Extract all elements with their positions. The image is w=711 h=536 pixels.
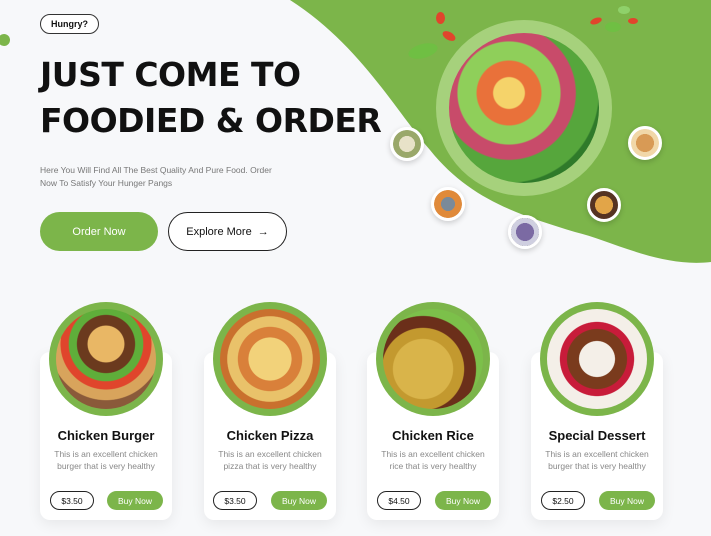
rice-photo: [383, 309, 483, 409]
chicken-rice-image: [376, 302, 490, 416]
mini-dish-image: [390, 127, 424, 161]
hungry-tag: Hungry?: [40, 14, 99, 34]
hero-salad-image: [436, 20, 612, 196]
mini-dish-image: [628, 126, 662, 160]
card-title: Special Dessert: [548, 428, 646, 443]
headline-line-2: FOODIED & ORDER: [40, 101, 382, 140]
price-tag: $3.50: [50, 491, 94, 510]
mini-dish-image: [587, 188, 621, 222]
chicken-burger-image: [49, 302, 163, 416]
pizza-photo: [220, 309, 320, 409]
buy-now-button[interactable]: Buy Now: [107, 491, 163, 510]
explore-more-label: Explore More: [186, 225, 252, 238]
price-tag: $2.50: [541, 491, 585, 510]
mini-dish-image: [508, 215, 542, 249]
buy-now-button[interactable]: Buy Now: [435, 491, 491, 510]
garnish-decoration: [436, 12, 445, 24]
mini-dish-image: [431, 187, 465, 221]
price-tag: $3.50: [213, 491, 257, 510]
arrow-right-icon: →: [257, 225, 269, 238]
order-now-button[interactable]: Order Now: [40, 212, 158, 251]
card-title: Chicken Pizza: [226, 428, 314, 443]
explore-more-button[interactable]: Explore More →: [168, 212, 287, 251]
card-description: This is an excellent chicken pizza that …: [218, 449, 322, 471]
special-dessert-image: [540, 302, 654, 416]
garnish-decoration: [618, 6, 630, 14]
buy-now-button[interactable]: Buy Now: [599, 491, 655, 510]
headline-line-1: JUST COME TO: [40, 55, 301, 94]
price-tag: $4.50: [377, 491, 421, 510]
hero-subtext: Here You Will Find All The Best Quality …: [40, 165, 272, 188]
card-description: This is an excellent chicken burger that…: [545, 449, 649, 471]
hero-headline: JUST COME TO FOODIED & ORDER: [40, 52, 382, 144]
burger-photo: [56, 309, 156, 409]
salad-bowl-photo: [449, 33, 599, 183]
card-title: Chicken Rice: [392, 428, 474, 443]
card-description: This is an excellent chicken burger that…: [54, 449, 158, 471]
card-title: Chicken Burger: [57, 428, 155, 443]
dessert-photo: [547, 309, 647, 409]
garnish-decoration: [628, 18, 638, 24]
garnish-decoration: [605, 22, 621, 32]
buy-now-button[interactable]: Buy Now: [271, 491, 327, 510]
card-description: This is an excellent chicken rice that i…: [381, 449, 485, 471]
chicken-pizza-image: [213, 302, 327, 416]
